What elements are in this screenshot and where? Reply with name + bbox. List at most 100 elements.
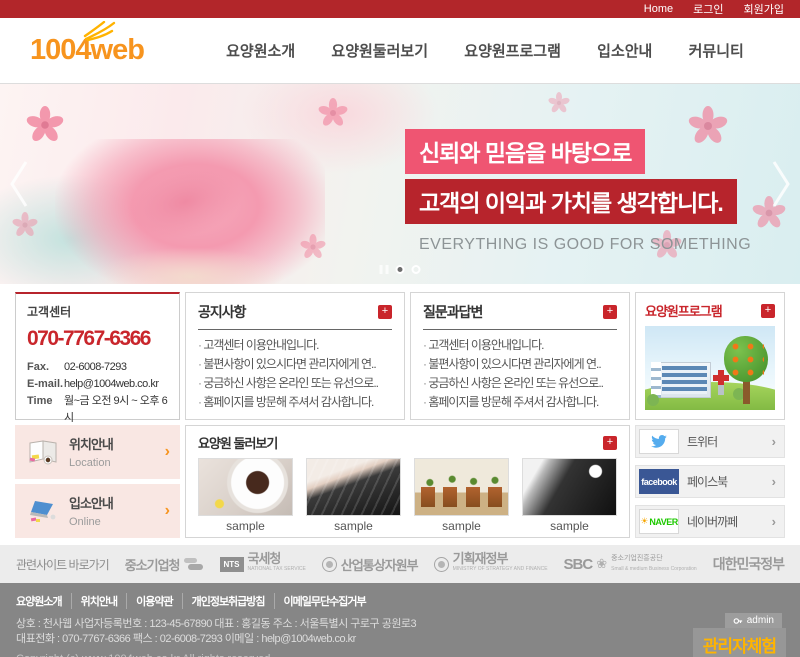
- customer-center-email-row: E-mail. help@1004web.co.kr: [27, 376, 168, 393]
- banner-next-arrow[interactable]: [768, 156, 794, 212]
- sbc-logo-text: SBC: [564, 556, 593, 573]
- twitter-icon: [639, 429, 679, 454]
- qna-item[interactable]: 고객센터 이용안내입니다.: [423, 336, 617, 355]
- flower-decoration: [26, 106, 64, 144]
- nav-item-about[interactable]: 요양원소개: [226, 40, 295, 61]
- flower-decoration: [300, 234, 326, 260]
- sns-column: 트위터 › facebook 페이스북 › ☀NAVER 네이버까페 ›: [635, 425, 785, 538]
- footer-info-line-2: 대표전화 : 070-7767-6366 팩스 : 02-6008-7293 이…: [16, 632, 784, 647]
- admin-login-button[interactable]: admin: [725, 613, 782, 629]
- main-content: 고객센터 070-7767-6366 Fax. 02-6008-7293 E-m…: [0, 292, 800, 538]
- partner-smba[interactable]: 중소기업청: [125, 555, 204, 574]
- qna-panel: 질문과답변 + 고객센터 이용안내입니다. 불편사항이 있으시다면 관리자에게 …: [410, 292, 630, 420]
- footer-link-location[interactable]: 위치안내: [72, 593, 127, 609]
- admission-quick-button[interactable]: 입소안내 Online ›: [15, 484, 180, 538]
- wing-icon: [82, 21, 116, 41]
- header: 1004web 요양원소개 요양원둘러보기 요양원프로그램 입소안내 커뮤니티: [0, 18, 800, 84]
- nav-item-admission[interactable]: 입소안내: [597, 40, 652, 61]
- qna-more-button[interactable]: +: [603, 305, 617, 319]
- gallery-caption: sample: [414, 519, 509, 533]
- partner-mosf[interactable]: 기획재정부 MINISTRY OF STRATEGY AND FINANCE: [434, 554, 548, 574]
- nav-item-program[interactable]: 요양원프로그램: [464, 40, 561, 61]
- notice-item[interactable]: 홈페이지를 방문해 주셔서 감사합니다.: [198, 393, 392, 412]
- fax-value: 02-6008-7293: [64, 359, 127, 376]
- laptop-photo: [522, 458, 617, 516]
- partner-motie[interactable]: 산업통상자원부: [322, 555, 418, 574]
- cloud-logo-icon: [184, 558, 204, 570]
- chevron-right-icon: ›: [772, 514, 776, 529]
- nav-item-tour[interactable]: 요양원둘러보기: [331, 40, 428, 61]
- flower-decoration: [12, 212, 38, 238]
- admission-quick-subtitle: Online: [69, 516, 101, 528]
- footer-info-line-1: 상호 : 천사웹 사업자등록번호 : 123-45-67890 대표 : 홍길동…: [16, 617, 784, 632]
- fruit-tree-illustration: [723, 336, 769, 404]
- laptop-icon: [23, 498, 65, 524]
- gallery-caption: sample: [306, 519, 401, 533]
- facebook-button[interactable]: facebook 페이스북 ›: [635, 465, 785, 498]
- footer-link-email-policy[interactable]: 이메일무단수집거부: [275, 593, 375, 609]
- banner-pause-button[interactable]: [380, 265, 389, 274]
- twitter-button[interactable]: 트위터 ›: [635, 425, 785, 458]
- banner-dot-2[interactable]: [412, 265, 421, 274]
- notice-item[interactable]: 불편사항이 있으시다면 관리자에게 연..: [198, 355, 392, 374]
- notice-item[interactable]: 고객센터 이용안내입니다.: [198, 336, 392, 355]
- facebook-label: 페이스북: [679, 473, 772, 490]
- gallery-thumb[interactable]: sample: [414, 458, 509, 533]
- banner-dot-1[interactable]: [396, 265, 405, 274]
- signup-link[interactable]: 회원가입: [744, 1, 784, 17]
- partner-sbc[interactable]: SBC ❀ 중소기업진흥공단 Small & medium Business C…: [564, 554, 697, 574]
- coffee-cup-photo: [198, 458, 293, 516]
- hero-banner: 신뢰와 믿음을 바탕으로 고객의 이익과 가치를 생각합니다. EVERYTHI…: [0, 84, 800, 284]
- site-logo[interactable]: 1004web: [18, 34, 178, 67]
- logo-part-1: 100: [30, 34, 75, 66]
- divider: [423, 329, 617, 330]
- footer: 요양원소개 위치안내 이용약관 개인정보취급방침 이메일무단수집거부 상호 : …: [0, 583, 800, 657]
- footer-link-privacy[interactable]: 개인정보취급방침: [183, 593, 275, 609]
- footer-copyright: Copyright (c) www.1004web.co.kr All righ…: [16, 653, 784, 657]
- footer-links: 요양원소개 위치안내 이용약관 개인정보취급방침 이메일무단수집거부: [16, 593, 784, 609]
- email-value: help@1004web.co.kr: [64, 376, 159, 393]
- notice-more-button[interactable]: +: [378, 305, 392, 319]
- footer-company-info: 상호 : 천사웹 사업자등록번호 : 123-45-67890 대표 : 홍길동…: [16, 617, 784, 647]
- gallery-more-button[interactable]: +: [603, 436, 617, 450]
- footer-link-terms[interactable]: 이용약관: [127, 593, 182, 609]
- plant-pots-photo: [414, 458, 509, 516]
- partner-korea-gov[interactable]: 대한민국정부: [713, 554, 784, 574]
- quick-links-column: 위치안내 Location › 입소안내 Online ›: [15, 425, 180, 538]
- qna-item[interactable]: 불편사항이 있으시다면 관리자에게 연..: [423, 355, 617, 374]
- banner-prev-arrow[interactable]: [6, 156, 32, 212]
- notice-title: 공지사항: [198, 302, 246, 322]
- naver-cafe-button[interactable]: ☀NAVER 네이버까페 ›: [635, 505, 785, 538]
- qna-item[interactable]: 홈페이지를 방문해 주셔서 감사합니다.: [423, 393, 617, 412]
- login-link[interactable]: 로그인: [693, 1, 723, 17]
- home-link[interactable]: Home: [644, 3, 673, 15]
- hero-tagline: EVERYTHING IS GOOD FOR SOMETHING: [419, 236, 751, 254]
- nav-item-community[interactable]: 커뮤니티: [689, 40, 744, 61]
- admission-quick-title: 입소안내: [69, 493, 165, 512]
- notice-item[interactable]: 궁금하신 사항은 온라인 또는 유선으로..: [198, 374, 392, 393]
- fax-label: Fax.: [27, 359, 64, 376]
- gallery-caption: sample: [198, 519, 293, 533]
- nts-badge: NTS: [220, 557, 244, 572]
- partner-nts[interactable]: NTS 국세청 NATIONAL TAX SERVICE: [220, 554, 306, 574]
- sbc-swoosh-icon: ❀: [596, 556, 607, 572]
- gallery-thumb[interactable]: sample: [306, 458, 401, 533]
- admin-demo-badge[interactable]: 관리자체험: [693, 628, 786, 657]
- gallery-thumbnails: sample sample sample sample: [198, 458, 617, 533]
- gallery-thumb[interactable]: sample: [198, 458, 293, 533]
- program-more-button[interactable]: +: [761, 304, 775, 318]
- book-icon: [23, 439, 65, 465]
- customer-center-time-row: Time 월~금 오전 9시 ~ 오후 6시: [27, 393, 168, 427]
- qna-item[interactable]: 궁금하신 사항은 온라인 또는 유선으로..: [423, 374, 617, 393]
- main-navigation: 요양원소개 요양원둘러보기 요양원프로그램 입소안내 커뮤니티: [178, 40, 782, 61]
- gallery-box: 요양원 둘러보기 + sample sample sample: [185, 425, 630, 538]
- chevron-right-icon: ›: [165, 443, 170, 461]
- email-label: E-mail.: [27, 376, 64, 393]
- footer-link-about[interactable]: 요양원소개: [16, 593, 72, 609]
- gallery-title: 요양원 둘러보기: [198, 433, 277, 452]
- location-quick-title: 위치안내: [69, 434, 165, 453]
- time-value: 월~금 오전 9시 ~ 오후 6시: [64, 393, 168, 427]
- program-box: 요양원프로그램 +: [635, 292, 785, 420]
- location-quick-button[interactable]: 위치안내 Location ›: [15, 425, 180, 479]
- gallery-thumb[interactable]: sample: [522, 458, 617, 533]
